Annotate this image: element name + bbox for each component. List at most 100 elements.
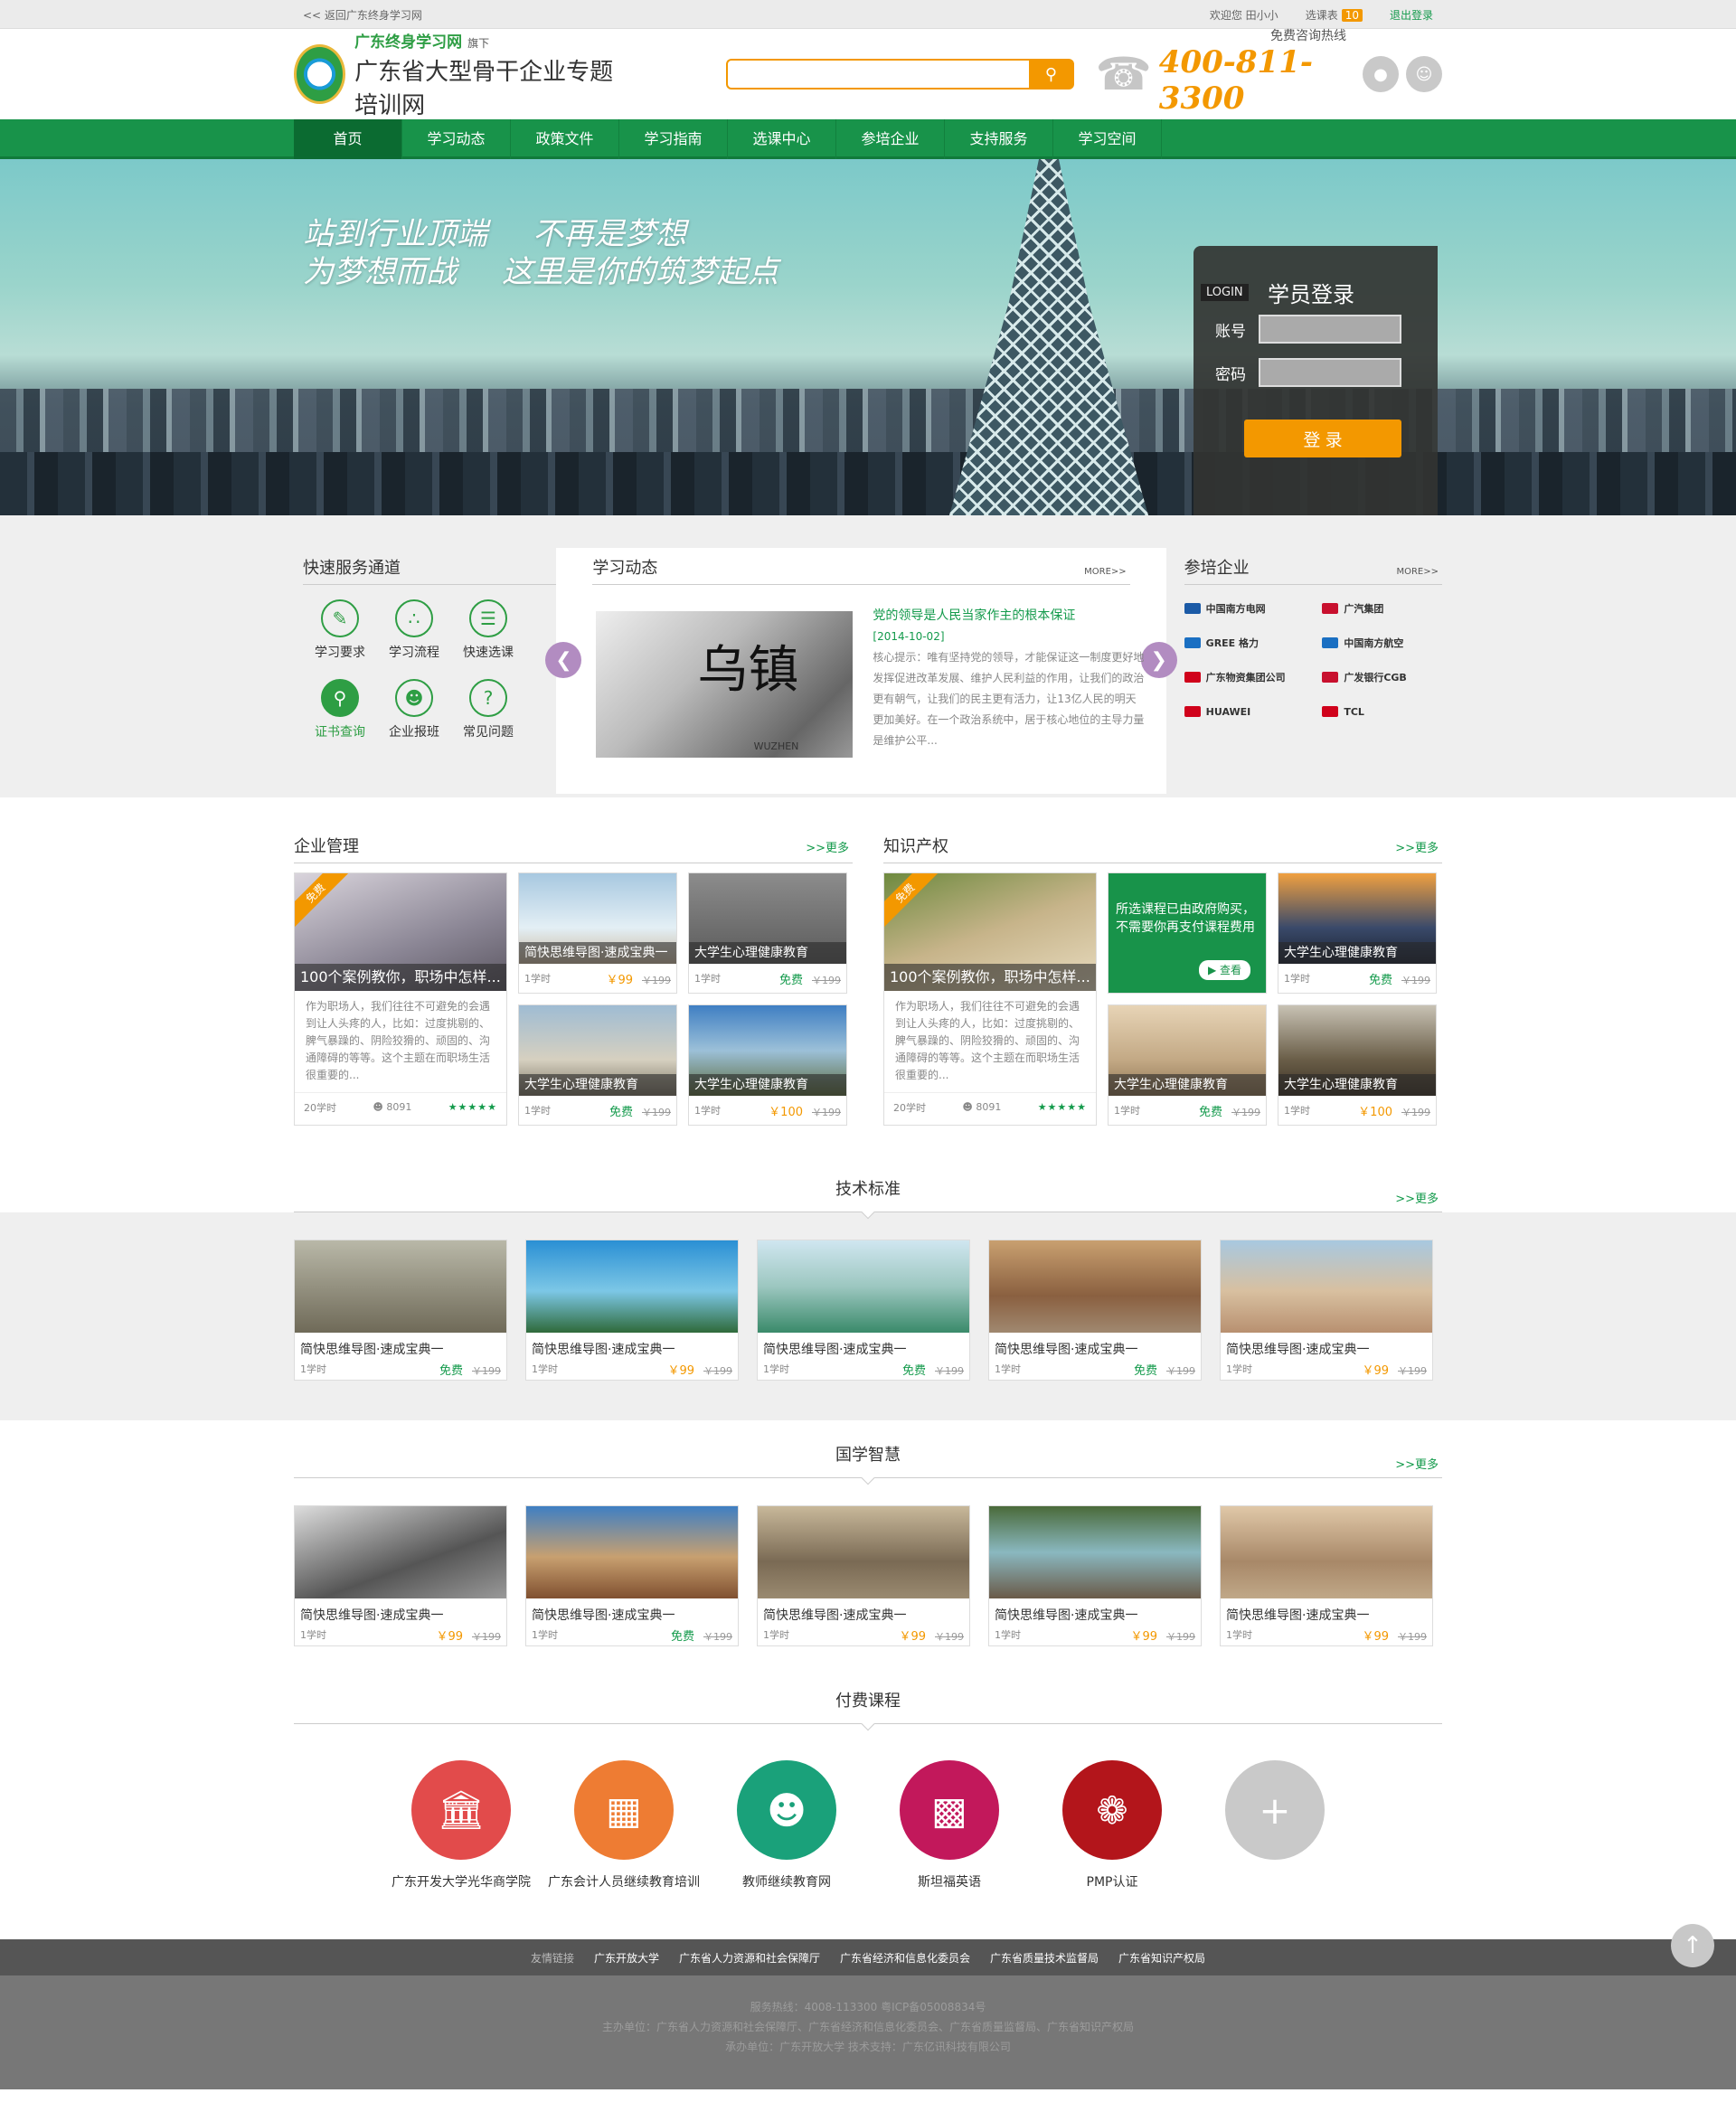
section-title: 知识产权 >>更多 (883, 834, 1442, 863)
quick-item-enroll[interactable]: ☻ 企业报班 (377, 679, 451, 740)
more-link[interactable]: >>更多 (1395, 838, 1439, 855)
quick-item-requirements[interactable]: ✎ 学习要求 (303, 599, 377, 661)
course-card[interactable]: 简快思维导图·速成宝典一 1学时 ￥99 ￥199 (1220, 1505, 1433, 1646)
friend-link[interactable]: 广东开放大学 (594, 1950, 659, 1966)
partners-more-link[interactable]: MORE>> (1396, 567, 1439, 577)
course-card[interactable]: 简快思维导图·速成宝典一 1学时 ￥99 ￥199 (518, 872, 677, 994)
paid-course-item[interactable]: ☻ 教师继续教育网 (737, 1760, 836, 1890)
site-logo[interactable]: 广东终身学习网 旗下 广东省大型骨干企业专题培训网 (294, 29, 636, 120)
quick-item-select[interactable]: ☰ 快速选课 (451, 599, 525, 661)
course-card[interactable]: 简快思维导图·速成宝典一 1学时 ￥99 ￥199 (988, 1505, 1202, 1646)
course-price: ￥99 (606, 973, 633, 987)
qq-icon[interactable]: ☺ (1406, 56, 1442, 92)
friend-link[interactable]: 广东省经济和信息化委员会 (840, 1950, 970, 1966)
course-old-price: ￥199 (1401, 1106, 1430, 1118)
views-count: ☻ 8091 (373, 1101, 412, 1113)
view-button[interactable]: ▶ 查看 (1199, 960, 1251, 980)
partner-logo[interactable]: GREE 格力 (1184, 634, 1305, 652)
search-bar: ⚲ (725, 59, 1074, 90)
paid-course-item[interactable]: ▦ 广东会计人员继续教育培训 (548, 1760, 700, 1890)
nav-course-center[interactable]: 选课中心 (728, 119, 836, 159)
account-input[interactable] (1259, 315, 1401, 344)
logout-link[interactable]: 退出登录 (1390, 7, 1433, 23)
partner-logo[interactable]: HUAWEI (1184, 702, 1305, 721)
more-link[interactable]: >>更多 (806, 838, 849, 855)
course-title: 简快思维导图·速成宝典一 (763, 1343, 907, 1357)
course-caption: 大学生心理健康教育 (1278, 1074, 1436, 1096)
binary-icon: ▩ (900, 1760, 999, 1860)
nav-policy[interactable]: 政策文件 (511, 119, 619, 159)
nav-study-space[interactable]: 学习空间 (1053, 119, 1162, 159)
course-card[interactable]: 简快思维导图·速成宝典一 1学时 ￥99 ￥199 (757, 1505, 970, 1646)
course-card[interactable]: 简快思维导图·速成宝典一 1学时 免费 ￥199 (525, 1505, 739, 1646)
cart-link[interactable]: 选课表 10 (1306, 7, 1363, 23)
more-link[interactable]: >>更多 (1395, 1189, 1439, 1206)
course-image: 大学生心理健康教育 (1278, 1005, 1436, 1096)
course-card[interactable]: 简快思维导图·速成宝典一 1学时 ￥99 ￥199 (525, 1240, 739, 1381)
partner-logo[interactable]: 中国南方电网 (1184, 599, 1305, 618)
course-hours: 1学时 (1226, 1363, 1252, 1375)
friend-link[interactable]: 广东省人力资源和社会保障厅 (679, 1950, 820, 1966)
partner-logo[interactable]: 中国南方航空 (1322, 634, 1442, 652)
friend-link[interactable]: 广东省知识产权局 (1118, 1950, 1205, 1966)
search-input[interactable] (725, 59, 1029, 90)
paid-course-item[interactable]: ▩ 斯坦福英语 (900, 1760, 999, 1890)
course-card[interactable]: 大学生心理健康教育 1学时 免费 ￥199 (1278, 872, 1437, 994)
course-hours: 1学时 (763, 1363, 789, 1375)
section-title: 国学智慧 >>更多 (294, 1442, 1442, 1478)
course-hours: 20学时 (304, 1101, 336, 1114)
course-card[interactable]: 简快思维导图·速成宝典一 1学时 免费 ￥199 (294, 1240, 507, 1381)
wechat-icon[interactable]: ● (1363, 56, 1399, 92)
quick-item-faq[interactable]: ? 常见问题 (451, 679, 525, 740)
friend-link[interactable]: 广东省质量技术监督局 (990, 1950, 1099, 1966)
nav-support[interactable]: 支持服务 (945, 119, 1053, 159)
nav-home[interactable]: 首页 (294, 119, 402, 159)
more-link[interactable]: >>更多 (1395, 1455, 1439, 1472)
partner-logo-icon (1184, 672, 1201, 683)
nav-companies[interactable]: 参培企业 (836, 119, 945, 159)
course-card[interactable]: 大学生心理健康教育 1学时 免费 ￥199 (518, 1004, 677, 1126)
nav-guide[interactable]: 学习指南 (619, 119, 728, 159)
partner-logo[interactable]: 广汽集团 (1322, 599, 1442, 618)
partner-logo-icon (1184, 706, 1201, 717)
prev-arrow-icon[interactable]: ❮ (545, 642, 582, 678)
course-card[interactable]: 简快思维导图·速成宝典一 1学时 免费 ￥199 (757, 1240, 970, 1381)
partner-name: HUAWEI (1205, 705, 1251, 718)
paid-course-item[interactable]: + (1225, 1760, 1325, 1890)
course-card-featured[interactable]: 免费 100个案例教你，职场中怎样... 作为职场人，我们往往不可避免的会遇到让… (294, 872, 507, 1126)
course-old-price: ￥199 (703, 1630, 732, 1643)
back-link[interactable]: << 返回广东终身学习网 (303, 7, 422, 23)
quick-item-certificate[interactable]: ⚲ 证书查询 (303, 679, 377, 740)
partner-logo[interactable]: TCL (1322, 702, 1442, 721)
news-image-sub: WUZHEN (753, 740, 799, 752)
news-image[interactable]: 乌镇 WUZHEN (596, 611, 854, 758)
news-headline[interactable]: 党的领导是人民当家作主的根本保证 (873, 606, 1144, 627)
clipboard-icon: ☰ (469, 599, 507, 637)
section-title: 技术标准 >>更多 (294, 1176, 1442, 1212)
banner-city-foreground (0, 452, 1736, 515)
login-panel: LOGIN 学员登录 账号 密码 登 录 (1194, 246, 1438, 515)
course-card[interactable]: 大学生心理健康教育 1学时 免费 ￥199 (1108, 1004, 1267, 1126)
search-button[interactable]: ⚲ (1028, 59, 1074, 90)
course-card[interactable]: 简快思维导图·速成宝典一 1学时 ￥99 ￥199 (1220, 1240, 1433, 1381)
quick-service-title: 快速服务通道 (303, 555, 557, 585)
partner-logo[interactable]: 广发银行CGB (1322, 668, 1442, 686)
course-card[interactable]: 大学生心理健康教育 1学时 ￥100 ￥199 (1278, 1004, 1437, 1126)
course-card[interactable]: 简快思维导图·速成宝典一 1学时 ￥99 ￥199 (294, 1505, 507, 1646)
course-card[interactable]: 大学生心理健康教育 1学时 免费 ￥199 (688, 872, 847, 994)
course-card-featured[interactable]: 免费 100个案例教你，职场中怎样... 作为职场人，我们往往不可避免的会遇到让… (883, 872, 1097, 1126)
course-card[interactable]: 简快思维导图·速成宝典一 1学时 免费 ￥199 (988, 1240, 1202, 1381)
partner-logo[interactable]: 广东物资集团公司 (1184, 668, 1305, 686)
course-card[interactable]: 大学生心理健康教育 1学时 ￥100 ￥199 (688, 1004, 847, 1126)
paid-course-item[interactable]: 🏛 广东开发大学光华商学院 (392, 1760, 531, 1890)
nav-news[interactable]: 学习动态 (402, 119, 511, 159)
seal-icon: ❁ (1062, 1760, 1162, 1860)
quick-item-process[interactable]: ∴ 学习流程 (377, 599, 451, 661)
next-arrow-icon[interactable]: ❯ (1140, 642, 1177, 678)
paid-course-item[interactable]: ❁ PMP认证 (1062, 1760, 1162, 1890)
course-price: ￥99 (1362, 1629, 1389, 1644)
news-more-link[interactable]: MORE>> (1084, 567, 1127, 577)
password-input[interactable] (1259, 358, 1401, 387)
login-button[interactable]: 登 录 (1244, 420, 1401, 457)
back-to-top-icon[interactable]: ↑ (1671, 1924, 1714, 1967)
